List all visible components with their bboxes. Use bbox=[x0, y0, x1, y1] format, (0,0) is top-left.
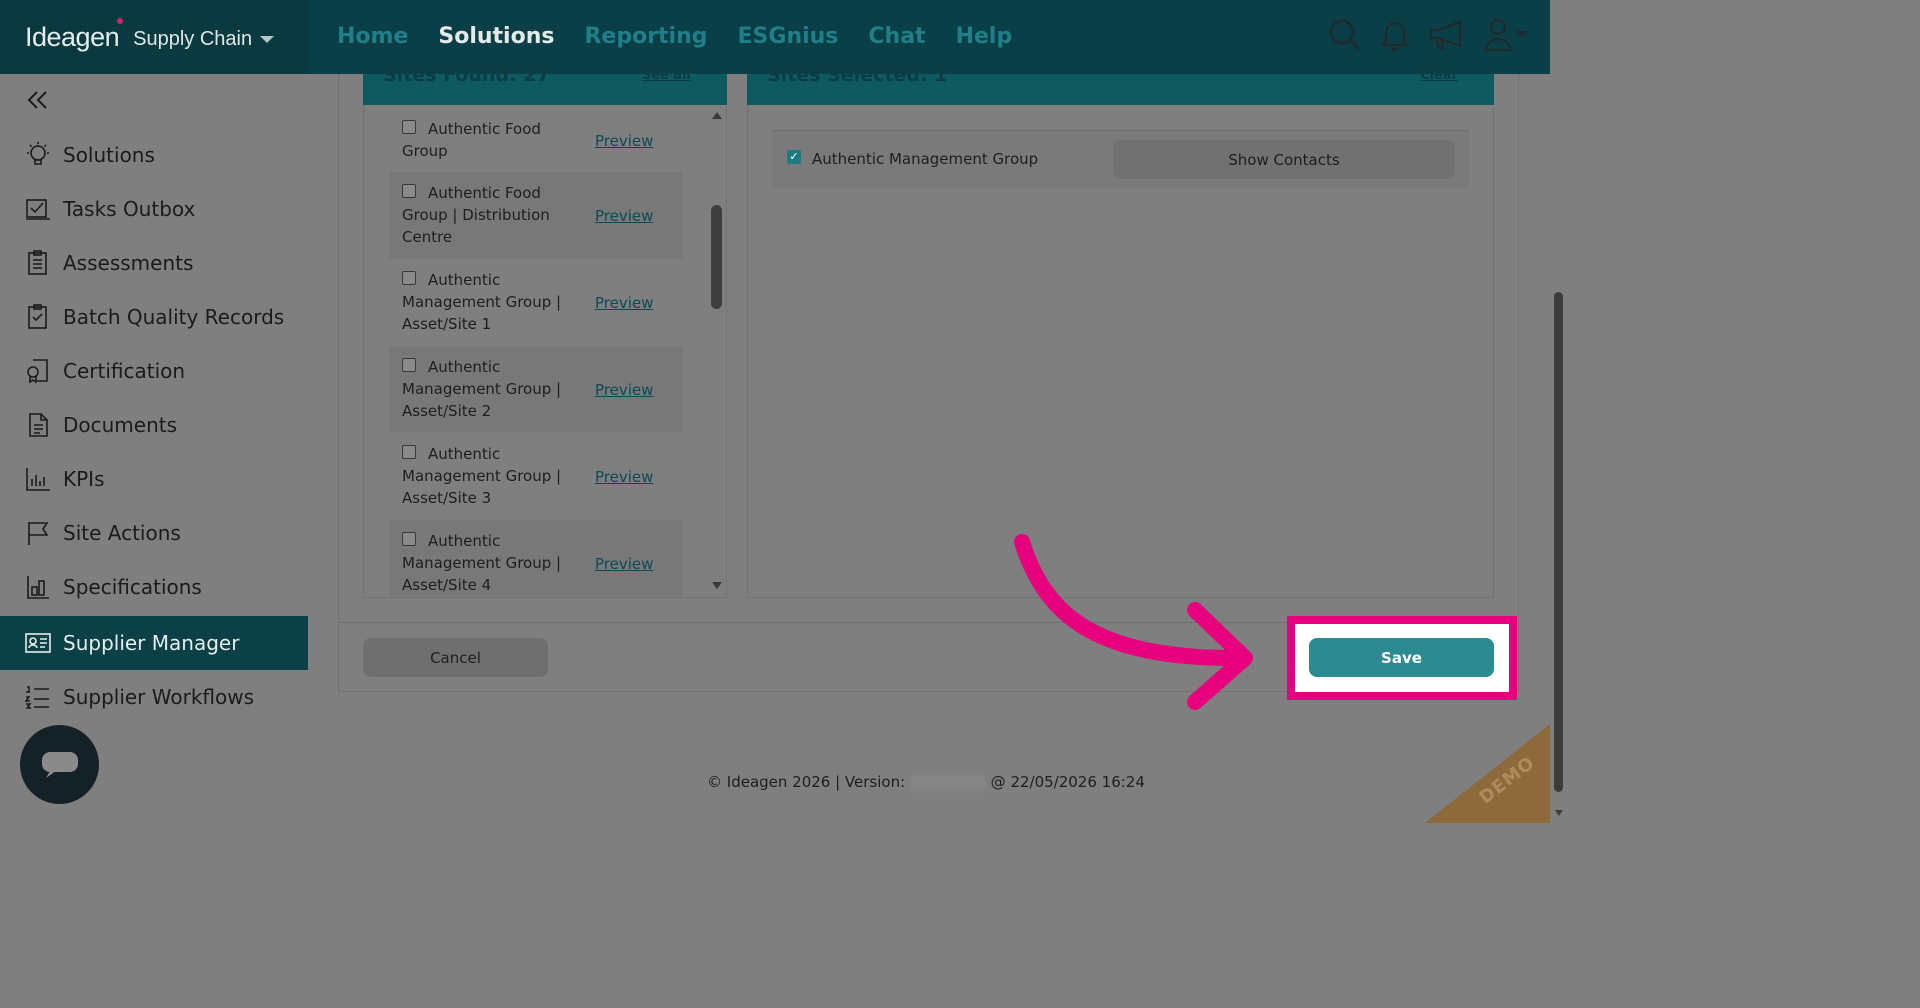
nav-help[interactable]: Help bbox=[956, 24, 1013, 49]
sidebar-item-label: Supplier Manager bbox=[63, 631, 240, 655]
scroll-down-icon[interactable] bbox=[712, 582, 722, 589]
scroll-up-icon[interactable] bbox=[712, 112, 722, 119]
megaphone-icon[interactable] bbox=[1428, 18, 1466, 52]
copyright-text: © Ideagen 2026 | Version: bbox=[707, 773, 910, 791]
sidebar-item-label: Specifications bbox=[63, 575, 202, 599]
copyright-date: @ 22/05/2026 16:24 bbox=[985, 773, 1145, 791]
sites-found-header: Sites Found: 27 See all bbox=[363, 64, 727, 105]
logo-dot-icon bbox=[117, 18, 124, 24]
certificate-icon bbox=[24, 357, 52, 385]
brand-product: Supply Chain bbox=[133, 27, 253, 50]
list-scrollbar[interactable] bbox=[711, 205, 722, 309]
list-item[interactable]: Authentic Management Group | Asset/Site … bbox=[389, 520, 683, 596]
list-item[interactable]: Authentic Management Group | Asset/Site … bbox=[389, 433, 683, 519]
sidebar-item-kpis[interactable]: KPIs bbox=[0, 452, 308, 506]
sidebar-item-label: Assessments bbox=[63, 251, 194, 275]
lightbulb-icon bbox=[24, 141, 52, 169]
bell-icon[interactable] bbox=[1380, 18, 1410, 52]
cancel-button[interactable]: Cancel bbox=[363, 638, 548, 677]
sidebar-item-label: Certification bbox=[63, 359, 186, 383]
page-scrollbar[interactable] bbox=[1550, 0, 1568, 823]
brand[interactable]: Ideagen Supply Chain bbox=[0, 0, 308, 74]
show-contacts-button[interactable]: Show Contacts bbox=[1113, 140, 1455, 179]
sidebar: Solutions Tasks Outbox Assessments Batch… bbox=[0, 74, 308, 823]
search-icon[interactable] bbox=[1328, 18, 1362, 52]
nav-reporting[interactable]: Reporting bbox=[584, 24, 707, 49]
list-numbered-icon bbox=[24, 683, 52, 711]
sidebar-item-assessments[interactable]: Assessments bbox=[0, 236, 308, 290]
sidebar-item-label: Supplier Workflows bbox=[63, 685, 255, 709]
flag-icon bbox=[24, 519, 52, 547]
user-menu-icon[interactable] bbox=[1484, 18, 1530, 52]
site-name: Authentic Food Group | Distribution Cent… bbox=[402, 184, 550, 246]
clipboard-list-icon bbox=[24, 249, 52, 277]
selected-site-checkbox[interactable]: ✓ bbox=[787, 150, 801, 164]
page-scroll-down-icon[interactable] bbox=[1555, 810, 1563, 816]
copyright-footer: © Ideagen 2026 | Version: @ 22/05/2026 1… bbox=[707, 773, 1145, 791]
preview-link[interactable]: Preview bbox=[595, 130, 653, 152]
preview-link[interactable]: Preview bbox=[595, 292, 653, 314]
sites-found-title: Sites Found: 27 bbox=[383, 64, 550, 86]
sidebar-item-solutions[interactable]: Solutions bbox=[0, 128, 308, 182]
top-icons bbox=[1328, 18, 1530, 52]
tasks-outbox-icon bbox=[24, 195, 52, 223]
annotation-arrow-icon bbox=[1014, 534, 1253, 710]
version-redacted bbox=[909, 774, 986, 791]
site-name: Authentic Food Group bbox=[402, 120, 541, 160]
sidebar-item-label: Tasks Outbox bbox=[63, 197, 196, 221]
sidebar-item-supplier-workflows[interactable]: Supplier Workflows bbox=[0, 670, 308, 724]
sidebar-item-certification[interactable]: Certification bbox=[0, 344, 308, 398]
preview-link[interactable]: Preview bbox=[595, 379, 653, 401]
nav-chat[interactable]: Chat bbox=[868, 24, 925, 49]
list-item[interactable]: Authentic Food Group | Distribution Cent… bbox=[389, 172, 683, 258]
preview-link[interactable]: Preview bbox=[595, 466, 653, 488]
list-item[interactable]: Authentic Management Group | Asset/Site … bbox=[389, 346, 683, 432]
sidebar-item-site-actions[interactable]: Site Actions bbox=[0, 506, 308, 560]
chat-launcher-button[interactable] bbox=[20, 725, 99, 804]
site-name: Authentic Management Group | Asset/Site … bbox=[402, 532, 562, 594]
sidebar-item-label: Documents bbox=[63, 413, 178, 437]
main-nav: Home Solutions Reporting ESGnius Chat He… bbox=[337, 24, 1012, 49]
id-card-icon bbox=[24, 629, 52, 657]
sites-selected-header: Sites Selected: 1 Clear bbox=[747, 64, 1494, 105]
preview-link[interactable]: Preview bbox=[595, 553, 653, 575]
page-scrollbar-thumb[interactable] bbox=[1554, 292, 1563, 792]
site-name: Authentic Management Group | Asset/Site … bbox=[402, 445, 562, 507]
brand-logo: Ideagen bbox=[25, 21, 120, 52]
specifications-icon bbox=[24, 573, 52, 601]
sidebar-item-tasks-outbox[interactable]: Tasks Outbox bbox=[0, 182, 308, 236]
see-all-link[interactable]: See all bbox=[642, 68, 691, 83]
chevron-down-icon[interactable] bbox=[260, 35, 275, 43]
sites-selected-title: Sites Selected: 1 bbox=[767, 64, 948, 86]
nav-home[interactable]: Home bbox=[337, 24, 408, 49]
sidebar-item-batch-quality-records[interactable]: Batch Quality Records bbox=[0, 290, 308, 344]
sidebar-item-label: KPIs bbox=[63, 467, 105, 491]
sidebar-item-documents[interactable]: Documents bbox=[0, 398, 308, 452]
list-item[interactable]: Authentic Food Group Preview bbox=[389, 108, 683, 170]
bar-chart-icon bbox=[24, 465, 52, 493]
save-button[interactable]: Save bbox=[1309, 638, 1494, 677]
top-bar: Ideagen Supply Chain Home Solutions Repo… bbox=[0, 0, 1550, 74]
site-name: Authentic Management Group | Asset/Site … bbox=[402, 271, 562, 333]
sidebar-item-label: Solutions bbox=[63, 143, 155, 167]
nav-esgnius[interactable]: ESGnius bbox=[738, 24, 839, 49]
sidebar-item-label: Site Actions bbox=[63, 521, 181, 545]
sidebar-item-label: Batch Quality Records bbox=[63, 305, 285, 329]
clear-link[interactable]: Clear bbox=[1420, 68, 1458, 83]
collapse-sidebar-icon[interactable] bbox=[26, 88, 50, 112]
document-icon bbox=[24, 411, 52, 439]
demo-ribbon: DEMO bbox=[1425, 720, 1555, 823]
preview-link[interactable]: Preview bbox=[595, 205, 653, 227]
clipboard-check-icon bbox=[24, 303, 52, 331]
sidebar-item-specifications[interactable]: Specifications bbox=[0, 560, 308, 614]
selected-site-name: Authentic Management Group bbox=[812, 150, 1039, 168]
nav-solutions[interactable]: Solutions bbox=[438, 24, 554, 49]
list-item[interactable]: Authentic Management Group | Asset/Site … bbox=[389, 259, 683, 345]
chat-icon bbox=[41, 751, 78, 778]
sidebar-item-supplier-manager[interactable]: Supplier Manager bbox=[0, 616, 308, 670]
site-name: Authentic Management Group | Asset/Site … bbox=[402, 358, 562, 420]
